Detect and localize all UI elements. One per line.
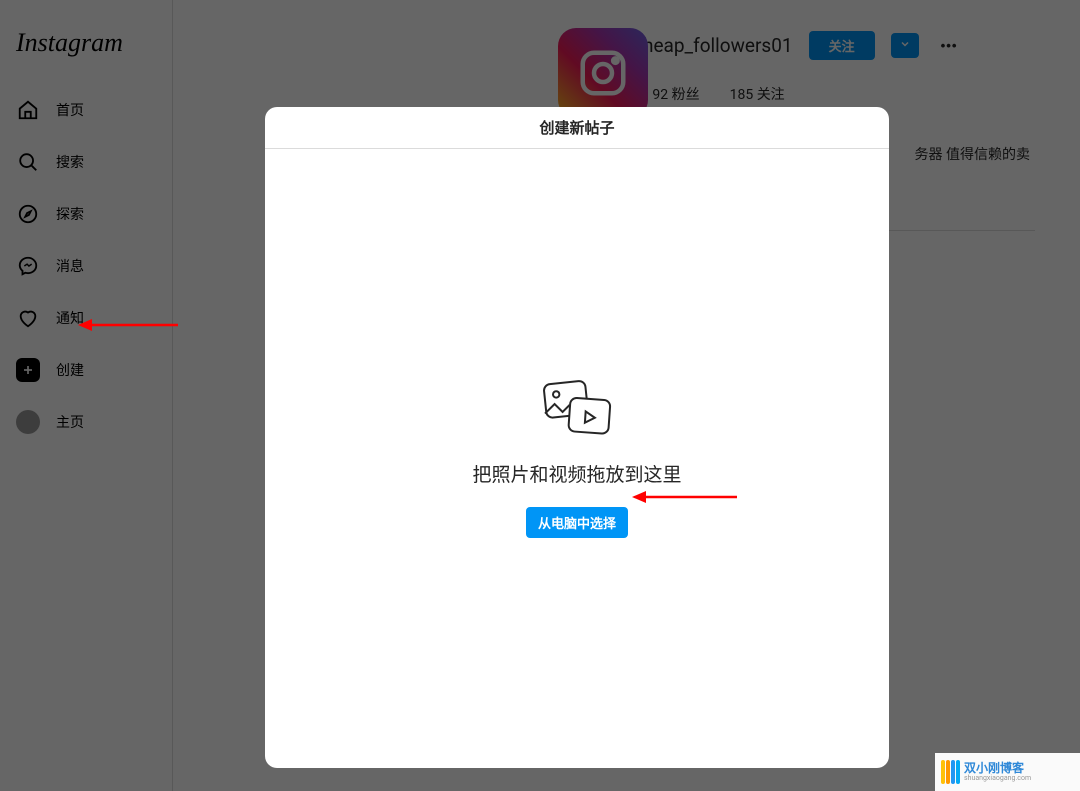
- modal-title: 创建新帖子: [265, 107, 889, 149]
- modal-body[interactable]: 把照片和视频拖放到这里 从电脑中选择: [265, 149, 889, 768]
- drag-prompt-text: 把照片和视频拖放到这里: [472, 460, 681, 487]
- create-post-modal: 创建新帖子 把照片和视频拖放到这里 从电脑中选择: [265, 107, 889, 768]
- watermark-text: 双小刚博客: [964, 762, 1031, 775]
- watermark-url: shuangxiaogang.com: [964, 775, 1031, 783]
- media-placeholder-icon: [537, 380, 617, 440]
- watermark: 双小刚博客 shuangxiaogang.com: [935, 753, 1080, 791]
- watermark-logo-icon: [941, 760, 960, 784]
- select-from-computer-button[interactable]: 从电脑中选择: [526, 507, 628, 538]
